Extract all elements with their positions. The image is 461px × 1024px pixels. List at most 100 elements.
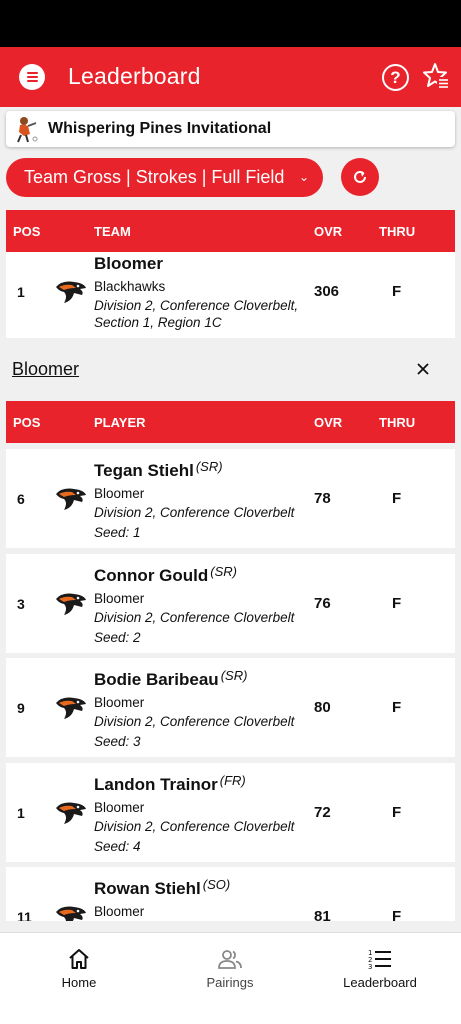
tournament-logo-icon: [17, 117, 38, 143]
tournament-bar[interactable]: Whispering Pines Invitational: [6, 111, 455, 147]
player-year: (SO): [202, 877, 231, 892]
player-thru: F: [392, 804, 402, 821]
player-division: Division 2, Conference Cloverbelt: [94, 505, 295, 520]
player-pos: 6: [17, 491, 25, 507]
player-name: Connor Gould: [94, 566, 209, 585]
player-division: Division 2, Conference Cloverbelt: [94, 610, 295, 625]
col-pos: POS: [13, 224, 41, 239]
home-icon: [69, 949, 89, 969]
player-name-wrap: Bodie Baribeau (SR): [94, 668, 247, 690]
nav-pairings[interactable]: Pairings: [170, 947, 290, 990]
col-player: PLAYER: [94, 415, 146, 430]
player-school: Bloomer: [94, 695, 145, 710]
col-ovr: OVR: [314, 415, 343, 430]
player-year: (SR): [195, 459, 223, 474]
player-ovr: 80: [314, 699, 331, 716]
screen: Leaderboard ? Whispering Pines Invitatio…: [0, 0, 461, 921]
col-pos: POS: [13, 415, 41, 430]
player-name-wrap: Tegan Stiehl (SR): [94, 459, 223, 481]
player-name: Bodie Baribeau: [94, 670, 219, 689]
player-seed: Seed: 3: [94, 734, 141, 749]
filter-label: Team Gross | Strokes | Full Field: [24, 167, 285, 187]
col-team: TEAM: [94, 224, 131, 239]
hawk-logo-icon: [56, 802, 86, 824]
team-name: Bloomer: [94, 254, 163, 273]
player-school: Bloomer: [94, 800, 145, 815]
close-icon[interactable]: [414, 360, 432, 378]
player-row[interactable]: 3 Connor Gould (SR) Bloomer Division 2, C…: [6, 554, 455, 653]
leaderboard-icon: 1 2 3: [368, 949, 391, 971]
nav-pairings-label: Pairings: [206, 975, 254, 990]
hawk-logo-icon: [56, 906, 86, 921]
player-thru: F: [392, 490, 402, 507]
player-division: Division 2, Conference Cloverbelt: [94, 714, 295, 729]
player-year: (SR): [220, 668, 248, 683]
status-bar: [0, 0, 461, 47]
hawk-logo-icon: [56, 281, 86, 303]
app-bar: Leaderboard ?: [0, 47, 461, 107]
player-year: (FR): [219, 773, 246, 788]
bottom-nav: Home Pairings 1 2 3 Leaderboard: [0, 932, 461, 1024]
player-seed: Seed: 2: [94, 630, 141, 645]
player-thru: F: [392, 595, 402, 612]
player-name-wrap: Landon Trainor (FR): [94, 773, 246, 795]
refresh-icon: [354, 170, 366, 183]
team-ovr: 306: [314, 283, 340, 300]
menu-icon[interactable]: [19, 64, 45, 90]
player-ovr: 76: [314, 595, 331, 612]
favorite-star-icon[interactable]: [422, 62, 450, 90]
team-division: Division 2, Conference Cloverbelt,: [94, 298, 299, 313]
player-thru: F: [392, 699, 402, 716]
col-ovr: OVR: [314, 224, 343, 239]
nav-leaderboard[interactable]: 1 2 3 Leaderboard: [320, 947, 440, 990]
player-name: Rowan Stiehl: [94, 879, 201, 898]
nav-home-label: Home: [61, 975, 97, 990]
player-pos: 9: [17, 700, 25, 716]
player-name: Tegan Stiehl: [94, 461, 194, 480]
team-section: Section 1, Region 1C: [94, 315, 222, 330]
hawk-logo-icon: [56, 697, 86, 719]
player-year: (SR): [210, 564, 237, 579]
player-thru: F: [392, 908, 402, 921]
player-name-wrap: Rowan Stiehl (SO): [94, 877, 230, 899]
selected-team-link[interactable]: Bloomer: [12, 359, 79, 380]
team-pos: 1: [17, 284, 25, 300]
player-name-wrap: Connor Gould (SR): [94, 564, 237, 586]
team-table-header: POS TEAM OVR THRU: [6, 210, 455, 252]
team-row[interactable]: 1 Bloomer Blackhawks Division 2, Confere…: [6, 252, 455, 338]
refresh-button[interactable]: [341, 158, 379, 196]
hawk-logo-icon: [56, 488, 86, 510]
player-pos: 3: [17, 596, 25, 612]
player-ovr: 81: [314, 908, 331, 921]
player-name: Landon Trainor: [94, 775, 218, 794]
player-seed: Seed: 4: [94, 839, 141, 854]
player-pos: 11: [17, 909, 32, 921]
player-seed: Seed: 1: [94, 525, 141, 540]
chevron-down-icon: ⌄: [298, 170, 309, 184]
player-division: Division 2, Conference Cloverbelt: [94, 819, 295, 834]
player-row[interactable]: 9 Bodie Baribeau (SR) Bloomer Division 2,…: [6, 658, 455, 757]
team-mascot: Blackhawks: [94, 279, 166, 294]
team-thru: F: [392, 283, 402, 300]
player-table-header: POS PLAYER OVR THRU: [6, 401, 455, 443]
help-icon[interactable]: ?: [382, 64, 409, 91]
svg-text:3: 3: [368, 963, 372, 971]
nav-leaderboard-label: Leaderboard: [343, 975, 417, 990]
player-pos: 1: [17, 805, 25, 821]
player-school: Bloomer: [94, 591, 145, 606]
player-row[interactable]: 6 Tegan Stiehl (SR) Bloomer Division 2, C…: [6, 449, 455, 548]
player-row[interactable]: 11 Rowan Stiehl (SO) Bloomer 81 F: [6, 867, 455, 921]
nav-home[interactable]: Home: [19, 947, 139, 990]
player-school: Bloomer: [94, 486, 145, 501]
player-school: Bloomer: [94, 904, 145, 919]
col-thru: THRU: [379, 415, 416, 430]
page-title: Leaderboard: [68, 63, 201, 89]
filter-dropdown[interactable]: Team Gross | Strokes | Full Field ⌄: [6, 158, 323, 197]
player-ovr: 78: [314, 490, 331, 507]
tournament-name: Whispering Pines Invitational: [48, 120, 272, 137]
col-thru: THRU: [379, 224, 416, 239]
hawk-logo-icon: [56, 593, 86, 615]
player-ovr: 72: [314, 804, 331, 821]
pairings-icon: [218, 950, 242, 969]
player-row[interactable]: 1 Landon Trainor (FR) Bloomer Division 2,…: [6, 763, 455, 862]
